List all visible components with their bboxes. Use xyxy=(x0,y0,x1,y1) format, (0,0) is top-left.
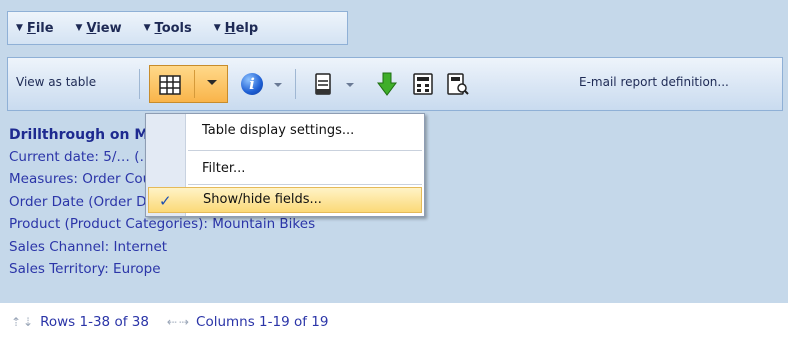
rows-count-label: Rows 1-38 of 38 xyxy=(40,314,149,330)
toolbar: View as table i E-mail report definition… xyxy=(7,57,783,111)
menu-tools[interactable]: ▼ Tools xyxy=(144,21,192,36)
export-button[interactable] xyxy=(374,70,400,98)
dropdown-separator xyxy=(188,150,422,151)
dropdown-triangle-icon: ▼ xyxy=(213,23,221,33)
calculator-button[interactable] xyxy=(410,71,436,97)
view-as-table-button[interactable]: View as table xyxy=(16,75,96,89)
toolbar-separator xyxy=(295,69,296,99)
menu-help-label: Help xyxy=(224,20,259,36)
info-button[interactable]: i xyxy=(239,71,265,97)
rows-paging-arrows-icon[interactable]: ⇡⇣ xyxy=(11,315,35,329)
menu-bar: ▼ File ▼ View ▼ Tools ▼ Help xyxy=(7,11,348,45)
menu-help[interactable]: ▼ Help xyxy=(214,21,258,36)
menu-item-filter[interactable]: Filter... xyxy=(148,156,422,182)
menu-item-show-hide-fields[interactable]: ✓ Show/hide fields... xyxy=(148,187,422,213)
menu-view-label: View xyxy=(86,20,122,36)
report-line-sales-territory: Sales Territory: Europe xyxy=(9,261,161,278)
toolbar-separator xyxy=(139,69,140,99)
info-icon: i xyxy=(241,73,263,95)
menu-file-label: File xyxy=(26,20,54,36)
columns-count-label: Columns 1-19 of 19 xyxy=(196,314,329,330)
table-options-dropdown: Table display settings... Filter... ✓ Sh… xyxy=(145,113,425,217)
dropdown-triangle-icon: ▼ xyxy=(143,23,151,33)
pagination-status: ⇡⇣ Rows 1-38 of 38 ⇠⇢ Columns 1-19 of 19 xyxy=(11,314,328,330)
green-down-arrow-icon xyxy=(377,72,397,96)
calculator-search-button[interactable] xyxy=(445,71,471,97)
chevron-down-icon xyxy=(346,83,354,87)
print-dropdown-arrow[interactable] xyxy=(345,80,355,90)
chevron-down-icon[interactable] xyxy=(207,80,217,85)
menu-item-show-hide-fields-label: Show/hide fields... xyxy=(203,192,322,207)
dropdown-triangle-icon: ▼ xyxy=(75,23,83,33)
table-grid-icon xyxy=(159,75,181,95)
dropdown-separator xyxy=(188,184,422,185)
checkmark-icon: ✓ xyxy=(159,192,172,210)
menu-tools-label: Tools xyxy=(154,20,192,36)
split-button-divider xyxy=(194,70,195,98)
print-button[interactable] xyxy=(310,71,336,97)
table-view-split-button[interactable] xyxy=(149,65,228,103)
email-report-definition-button[interactable]: E-mail report definition... xyxy=(579,75,729,89)
printer-icon xyxy=(315,73,331,95)
menu-file[interactable]: ▼ File xyxy=(16,21,54,36)
info-dropdown-arrow[interactable] xyxy=(273,80,283,90)
menu-item-table-display-settings[interactable]: Table display settings... xyxy=(148,118,422,144)
dropdown-triangle-icon: ▼ xyxy=(16,23,23,33)
report-line-sales-channel: Sales Channel: Internet xyxy=(9,238,168,255)
calculator-magnifier-icon xyxy=(447,73,469,95)
columns-paging-arrows-icon[interactable]: ⇠⇢ xyxy=(167,315,191,329)
calculator-icon xyxy=(413,73,433,95)
chevron-down-icon xyxy=(274,83,282,87)
menu-view[interactable]: ▼ View xyxy=(76,21,122,36)
